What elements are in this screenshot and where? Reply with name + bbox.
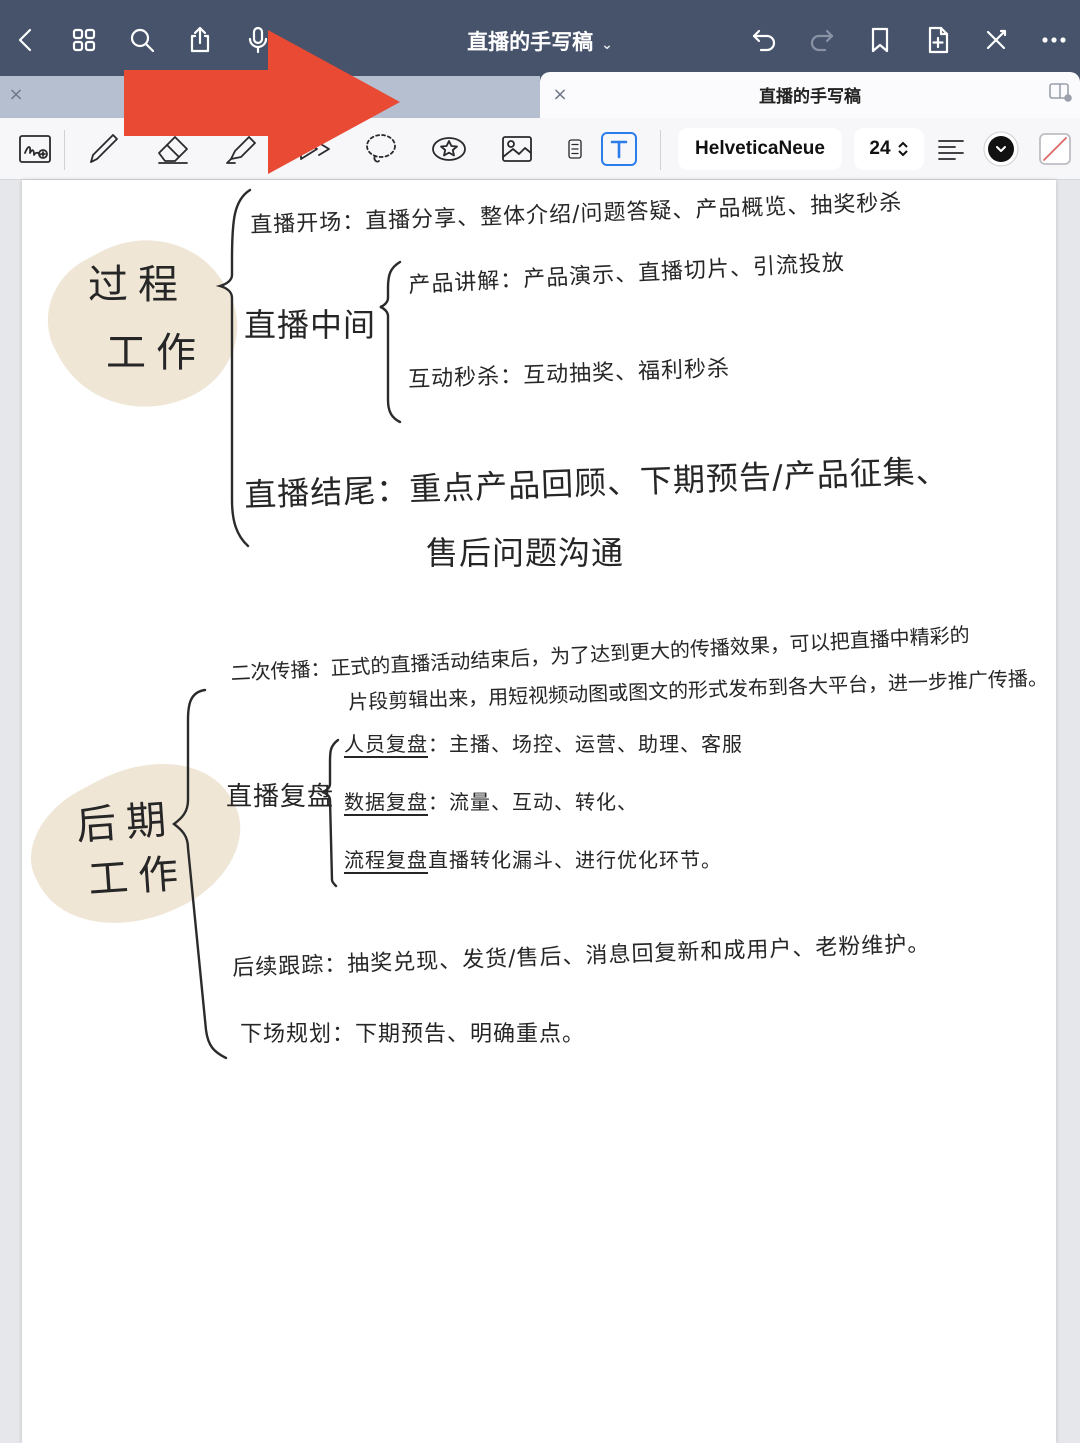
tab-strip: × × 直播的手写稿	[0, 72, 1080, 118]
review-people-key: 人员复盘	[344, 732, 428, 756]
review-data-row: 数据复盘：流量、互动、转化、	[344, 786, 638, 815]
review-flow-key: 流程复盘	[344, 848, 428, 872]
text-align-icon[interactable]	[928, 126, 974, 172]
review-people-value: ：主播、场控、运营、助理、客服	[428, 732, 743, 756]
note-text-nextplan: 下场规划：下期预告、明确重点。	[240, 1022, 586, 1047]
highlighter-icon[interactable]	[218, 126, 264, 172]
font-size-stepper[interactable]: 24	[854, 128, 924, 170]
review-flow-value: 直播转化漏斗、进行优化环节。	[428, 848, 722, 872]
pen-icon[interactable]	[80, 126, 126, 172]
note-text-middle: 直播中间	[244, 306, 377, 344]
section-label-work: 工作	[106, 330, 206, 376]
tab-inactive[interactable]: ×	[0, 76, 540, 118]
handwriting-zoom-icon[interactable]	[12, 126, 58, 172]
font-size-value: 24	[869, 138, 891, 159]
bookmark-icon[interactable]	[862, 20, 898, 60]
note-text-followup: 后续跟踪：抽奖兑现、发货/售后、消息回复新和成用户、老粉维护。	[231, 931, 931, 982]
lasso-icon[interactable]	[358, 126, 404, 172]
image-icon[interactable]	[494, 126, 540, 172]
font-family-select[interactable]: HelveticaNeue	[678, 128, 842, 170]
review-data-key: 数据复盘	[344, 790, 428, 814]
undo-icon[interactable]	[746, 20, 782, 60]
section-label-work: 工作	[86, 850, 190, 904]
more-options-icon[interactable]	[1036, 20, 1072, 60]
review-data-value: ：流量、互动、转化、	[428, 790, 638, 814]
note-text-interact: 互动秒杀：互动抽奖、福利秒杀	[407, 356, 731, 393]
note-text-review: 直播复盘	[226, 782, 335, 812]
top-navigation-bar: 直播的手写稿 ⌄	[0, 0, 1080, 76]
text-color-picker[interactable]	[978, 126, 1024, 172]
chevron-down-icon: ⌄	[601, 37, 613, 53]
review-people-row: 人员复盘：主播、场控、运营、助理、客服	[344, 728, 743, 757]
note-page-canvas[interactable]: 过程 工作 直播开场：直播分享、整体介绍/问题答疑、产品概览、抽奖秒杀 直播中间…	[9, 180, 1056, 1443]
eraser-icon[interactable]	[150, 126, 196, 172]
note-text-ending-cont: 售后问题沟通	[426, 534, 625, 572]
toolbar-divider	[660, 130, 661, 170]
redo-icon[interactable]	[804, 20, 840, 60]
font-family-label: HelveticaNeue	[695, 138, 825, 159]
note-text-product: 产品讲解：产品演示、直播切片、引流投放	[407, 250, 846, 299]
review-flow-row: 流程复盘直播转化漏斗、进行优化环节。	[344, 844, 722, 873]
notes-app: 直播的手写稿 ⌄ × × 直播的手写稿 HelveticaNeue 24 过程 …	[0, 0, 1080, 1443]
note-text-opening: 直播开场：直播分享、整体介绍/问题答疑、产品概览、抽奖秒杀	[249, 190, 903, 239]
tab-label: 直播的手写稿	[759, 87, 861, 107]
sticker-icon[interactable]	[426, 126, 472, 172]
tab-active[interactable]: × 直播的手写稿	[540, 72, 1080, 118]
close-toolbar-icon[interactable]	[978, 20, 1014, 60]
document-title-menu[interactable]: 直播的手写稿 ⌄	[0, 26, 1080, 56]
split-view-icon[interactable]	[1048, 82, 1072, 102]
stepper-chevrons-icon[interactable]	[897, 140, 909, 158]
text-tool-icon[interactable]	[601, 132, 637, 166]
shape-tool-icon[interactable]	[290, 126, 336, 172]
toolbar-divider	[64, 130, 65, 170]
note-text-ending: 直播结尾：重点产品回顾、下期预告/产品征集、	[243, 451, 950, 515]
section-label-process: 过程	[88, 262, 188, 308]
background-color-picker[interactable]	[1032, 126, 1078, 172]
tab-close-icon[interactable]: ×	[4, 84, 28, 105]
document-title: 直播的手写稿	[467, 30, 594, 54]
add-page-icon[interactable]	[920, 20, 956, 60]
scan-icon[interactable]	[560, 126, 590, 172]
drawing-toolbar: HelveticaNeue 24	[0, 118, 1080, 180]
